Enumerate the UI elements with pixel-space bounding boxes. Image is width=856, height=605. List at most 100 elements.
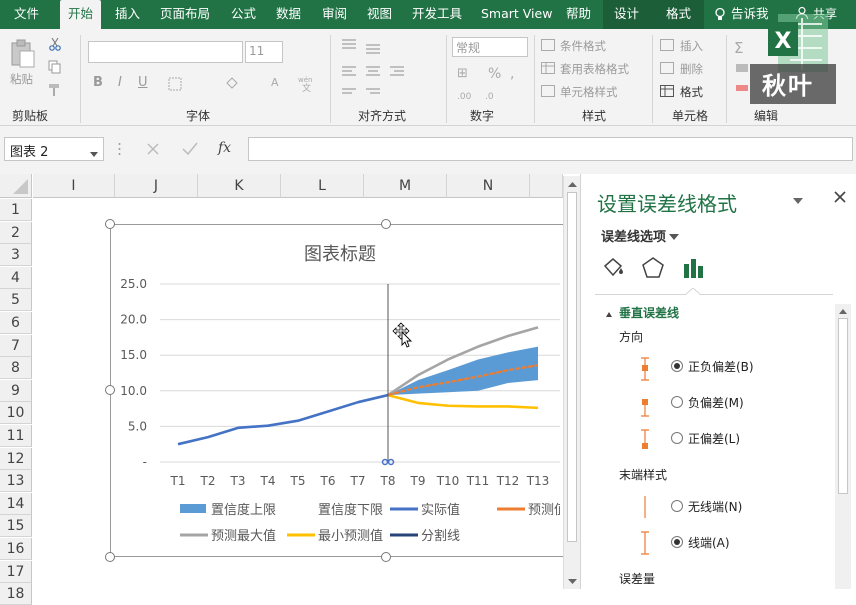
worksheet-grid[interactable]: IJKLMN 1 2 3 4 5 6 7 8 9 10 11 12 13 14 15 16 17 18 -5.0 1… — [0, 174, 580, 605]
format-as-table-button[interactable]: 套用表格格式 — [560, 61, 629, 77]
paste-label[interactable]: 粘贴 — [10, 71, 33, 87]
tab-10[interactable]: 帮助 — [566, 0, 591, 29]
copy-icon[interactable] — [48, 60, 62, 74]
x-tick-label[interactable]: T4 — [260, 474, 276, 488]
chevron-down-icon[interactable] — [669, 230, 679, 240]
chart-resize-handle[interactable] — [105, 552, 115, 562]
format-cells-button[interactable]: 格式 — [680, 84, 703, 100]
radio-cap[interactable] — [671, 536, 683, 548]
x-tick-label[interactable]: T9 — [410, 474, 426, 488]
y-tick-label[interactable]: - — [143, 455, 147, 469]
y-tick-label[interactable]: 10.0 — [120, 384, 147, 398]
tab-2[interactable]: 插入 — [115, 0, 140, 29]
x-tick-label[interactable]: T7 — [350, 474, 366, 488]
chart-resize-handle[interactable] — [381, 219, 391, 229]
option-cap-label[interactable]: 线端(A) — [688, 534, 730, 551]
option-minus-label[interactable]: 负偏差(M) — [688, 394, 744, 411]
tab-4[interactable]: 公式 — [231, 0, 256, 29]
font-color-icon[interactable]: A — [268, 75, 284, 91]
series-line[interactable] — [177, 393, 389, 446]
delete-cells-button[interactable]: 删除 — [680, 61, 703, 77]
alignment-buttons-icon[interactable] — [340, 37, 420, 97]
option-both-label[interactable]: 正负偏差(B) — [688, 358, 754, 375]
underline-button[interactable]: U — [138, 75, 148, 90]
number-format-buttons-icon[interactable]: ⊞%, .00 .0 — [455, 63, 525, 103]
legend-label[interactable]: 实际值 — [421, 502, 460, 518]
series-options-bar-icon[interactable] — [681, 256, 705, 280]
x-tick-label[interactable]: T11 — [466, 474, 490, 488]
chart-title[interactable]: 图表标题 — [110, 240, 570, 266]
cut-icon[interactable] — [48, 37, 62, 51]
option-plus-label[interactable]: 正偏差(L) — [688, 430, 740, 447]
tab-11[interactable]: 设计 — [614, 0, 639, 29]
y-tick-label[interactable]: 5.0 — [128, 419, 147, 433]
paste-icon[interactable] — [10, 39, 36, 69]
vertical-scroll-thumb[interactable] — [567, 192, 577, 542]
radio-no-cap[interactable] — [671, 500, 683, 512]
chart-resize-handle[interactable] — [105, 219, 115, 229]
tab-7[interactable]: 视图 — [367, 0, 392, 29]
close-icon[interactable] — [833, 190, 847, 204]
cell-styles-button[interactable]: 单元格样式 — [560, 84, 618, 100]
tab-12[interactable]: 格式 — [666, 0, 691, 29]
x-tick-label[interactable]: T3 — [230, 474, 246, 488]
cancel-icon[interactable] — [146, 142, 160, 156]
radio-plus[interactable] — [671, 432, 683, 444]
font-size-select[interactable]: 11 — [245, 41, 283, 63]
legend-label[interactable]: 预测值 — [528, 502, 567, 518]
tab-0[interactable]: 文件 — [14, 0, 39, 29]
tab-1[interactable]: 开始 — [60, 0, 102, 29]
x-tick-label[interactable]: T10 — [436, 474, 460, 488]
chart-resize-handle[interactable] — [381, 552, 391, 562]
y-tick-label[interactable]: 25.0 — [120, 277, 147, 291]
borders-icon[interactable] — [168, 77, 182, 91]
legend-label[interactable]: 分割线 — [421, 528, 460, 544]
name-box-dropdown-icon[interactable] — [90, 147, 98, 157]
tab-3[interactable]: 页面布局 — [160, 0, 210, 29]
x-tick-label[interactable]: T5 — [290, 474, 306, 488]
number-format-select[interactable]: 常规 — [452, 37, 528, 57]
vertical-scrollbar[interactable] — [563, 176, 580, 589]
x-tick-label[interactable]: T12 — [496, 474, 520, 488]
tab-6[interactable]: 审阅 — [322, 0, 347, 29]
tab-9[interactable]: Smart View — [481, 0, 552, 29]
italic-button[interactable]: I — [118, 75, 122, 90]
y-tick-label[interactable]: 15.0 — [120, 348, 147, 362]
x-tick-label[interactable]: T2 — [200, 474, 216, 488]
insert-function-button[interactable]: fx — [218, 140, 231, 156]
chart[interactable]: - 5.0 10.0 15.0 20.0 25.0 T1 T2 T3 T4 T5 T6 T7 T8 T9 T1… — [0, 174, 580, 589]
radio-both[interactable] — [671, 360, 683, 372]
legend-label[interactable]: 预测最大值 — [211, 528, 276, 544]
tab-5[interactable]: 数据 — [276, 0, 301, 29]
x-tick-label[interactable]: T13 — [526, 474, 550, 488]
section-collapse-icon[interactable] — [605, 308, 613, 317]
legend-swatch[interactable] — [180, 504, 206, 513]
error-bar-options-dropdown[interactable]: 误差线选项 — [601, 226, 666, 245]
radio-minus[interactable] — [671, 396, 683, 408]
option-no-cap-label[interactable]: 无线端(N) — [688, 498, 742, 515]
pane-options-dropdown-icon[interactable] — [793, 194, 803, 204]
y-tick-label[interactable]: 20.0 — [120, 313, 147, 327]
x-tick-label[interactable]: T8 — [380, 474, 396, 488]
chart-resize-handle[interactable] — [105, 385, 115, 395]
effects-pentagon-icon[interactable] — [641, 256, 665, 280]
enter-check-icon[interactable] — [182, 142, 198, 156]
x-tick-label[interactable]: T6 — [320, 474, 336, 488]
format-painter-icon[interactable] — [48, 83, 62, 97]
pane-scrollbar[interactable] — [835, 304, 851, 589]
series-line[interactable] — [387, 393, 539, 410]
tab-8[interactable]: 开发工具 — [412, 0, 462, 29]
fill-line-icon[interactable] — [601, 256, 625, 280]
pane-scroll-thumb[interactable] — [838, 318, 848, 494]
fill-color-icon[interactable] — [224, 75, 240, 91]
x-tick-label[interactable]: T1 — [170, 474, 186, 488]
font-family-select[interactable] — [88, 41, 243, 63]
formula-input[interactable] — [248, 137, 853, 161]
phonetic-guide-icon[interactable]: wén 文 — [298, 73, 318, 94]
name-box[interactable]: 图表 2 — [4, 137, 104, 161]
insert-cells-button[interactable]: 插入 — [680, 38, 703, 54]
legend-label[interactable]: 最小预测值 — [318, 528, 383, 544]
legend-label[interactable]: 置信度下限 — [318, 502, 383, 518]
bold-button[interactable]: B — [93, 75, 103, 90]
vertical-error-bar-section[interactable]: 垂直误差线 — [619, 304, 679, 321]
